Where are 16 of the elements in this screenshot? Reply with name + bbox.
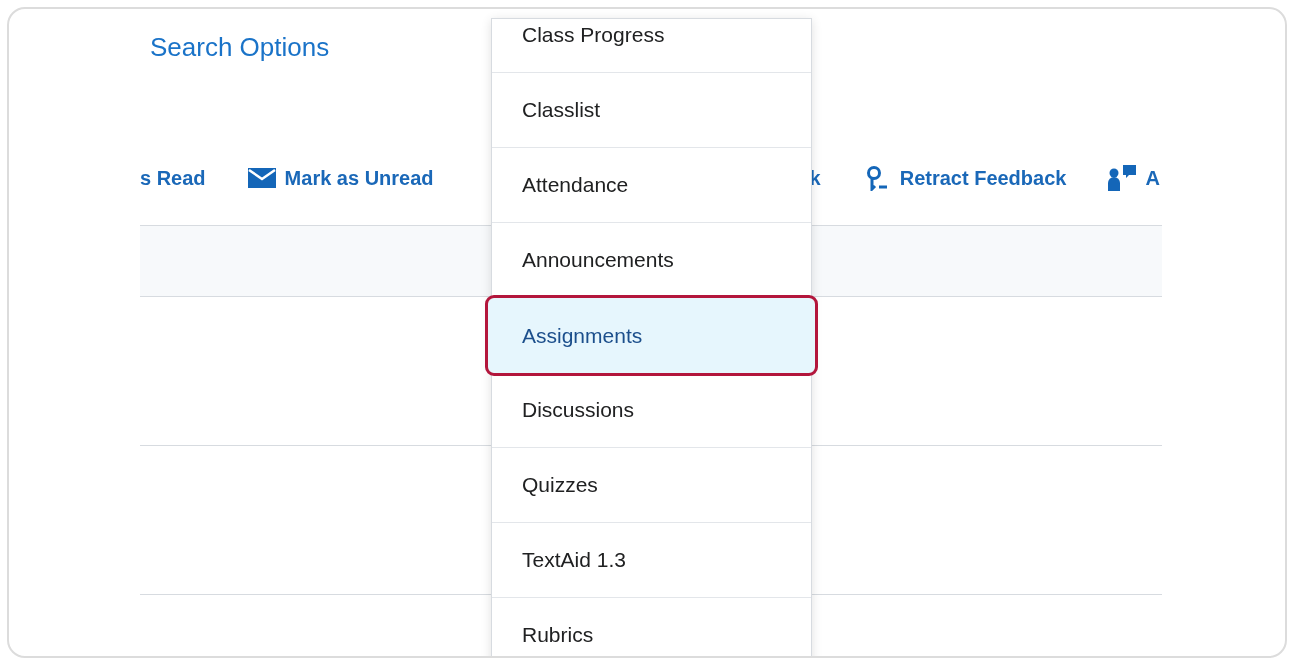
menu-item[interactable]: Discussions (492, 373, 811, 448)
search-options-link[interactable]: Search Options (150, 28, 330, 67)
person-chat-icon (1108, 165, 1137, 191)
ribbon-icon (865, 165, 888, 191)
menu-item[interactable]: Assignments (488, 298, 815, 373)
toolbar-button[interactable]: Retract Feedback (865, 163, 1067, 193)
menu-item[interactable]: Class Progress (492, 9, 811, 73)
menu-item[interactable]: Attendance (492, 148, 811, 223)
envelope-icon (247, 168, 276, 188)
toolbar-button[interactable]: A (1108, 163, 1160, 193)
toolbar-button[interactable]: Mark as Unread (247, 163, 434, 193)
menu-item[interactable]: Quizzes (492, 448, 811, 523)
menu-item[interactable]: Classlist (492, 73, 811, 148)
toolbar-link[interactable]: s Read (140, 163, 206, 193)
menu-item[interactable]: Rubrics (492, 598, 811, 656)
menu-item[interactable]: TextAid 1.3 (492, 523, 811, 598)
